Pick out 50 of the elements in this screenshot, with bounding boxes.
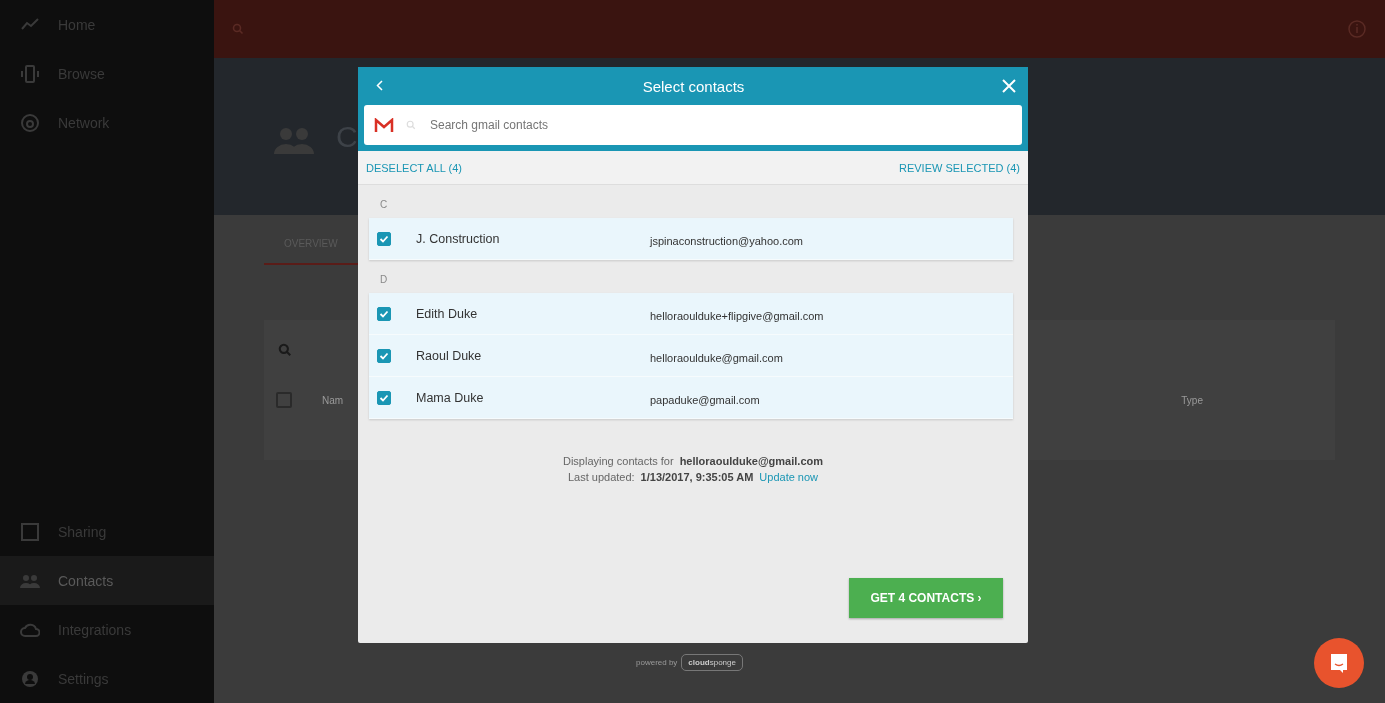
search-field[interactable]: Search gmail contacts [364, 105, 1022, 145]
account-email: helloraoulduke@gmail.com [679, 455, 823, 467]
section-letter: C [379, 198, 389, 212]
checkbox[interactable] [377, 306, 391, 321]
search-icon [232, 23, 244, 35]
chat-button[interactable] [1314, 638, 1364, 688]
chat-bubble-icon [1329, 652, 1349, 674]
get-contacts-button[interactable]: GET 4 CONTACTS › [849, 578, 1003, 618]
close-button[interactable] [1000, 77, 1018, 95]
sidebar-item[interactable]: Contacts [0, 556, 214, 605]
check-icon [379, 350, 389, 361]
contact-row[interactable]: Raoul Duke helloraoulduke@gmail.com [369, 335, 1013, 377]
check-icon [379, 308, 389, 319]
phone-icon [20, 63, 40, 84]
target-icon [20, 112, 40, 133]
check-icon [379, 233, 389, 244]
contact-email: helloraoulduke+flipgive@gmail.com [650, 309, 824, 322]
checkbox[interactable] [377, 390, 391, 405]
search-icon[interactable] [278, 343, 292, 357]
info-label: Last updated: [567, 471, 635, 483]
column-header: Type [1181, 394, 1203, 406]
contact-name: Mama Duke [416, 390, 485, 405]
timestamp: 1/13/2017, 9:35:05 AM [640, 471, 754, 483]
search-input[interactable]: Search gmail contacts [428, 117, 1012, 133]
check-icon [379, 392, 389, 403]
contact-email: helloraoulduke@gmail.com [650, 351, 783, 364]
envelope-icon [374, 117, 394, 133]
contact-row[interactable]: Mama Duke papaduke@gmail.com [369, 377, 1013, 419]
deselect-all-link[interactable]: DESELECT ALL (4) [366, 161, 462, 174]
contact-row[interactable]: Edith Duke helloraoulduke+flipgive@gmail.com [369, 293, 1013, 335]
contact-name: Edith Duke [416, 306, 479, 321]
search-icon [406, 120, 416, 130]
square-icon [20, 521, 40, 542]
contact-name: J. Construction [416, 231, 501, 246]
column-header: Nam [322, 394, 344, 406]
dialog-title: Select contacts [642, 77, 745, 95]
checkbox[interactable] [377, 231, 391, 246]
contact-email: jspinaconstruction@yahoo.com [650, 234, 804, 247]
review-selected-link[interactable]: REVIEW SELECTED (4) [898, 161, 1020, 174]
contact-row[interactable]: J. Construction jspinaconstruction@yahoo.com [369, 218, 1013, 260]
brand-badge: cloudsponge [681, 654, 743, 671]
contact-name: Raoul Duke [416, 348, 483, 363]
update-link[interactable]: Update now [759, 471, 819, 483]
section-letter: D [379, 273, 389, 287]
contact-email: papaduke@gmail.com [650, 393, 760, 406]
user-icon [20, 668, 40, 689]
powered-by-label: powered by [636, 658, 678, 667]
chevron-icon [376, 80, 383, 91]
checkbox[interactable] [377, 348, 391, 363]
info-label: Displaying contacts for [562, 455, 674, 467]
